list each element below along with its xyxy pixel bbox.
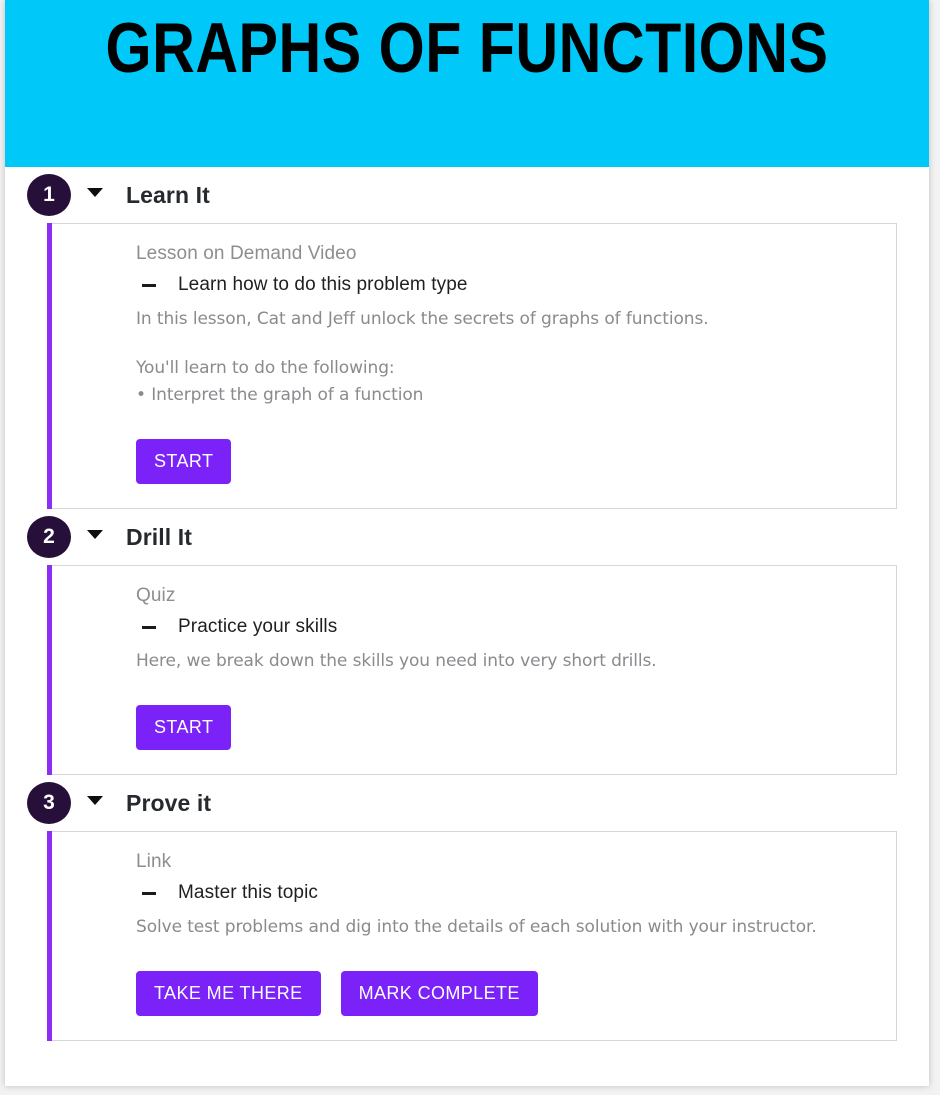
dash-bullet-icon <box>142 284 156 287</box>
section-title: Learn It <box>126 182 210 208</box>
task-label: Master this topic <box>178 882 319 903</box>
section-card: Link Master this topic Solve test proble… <box>52 831 897 1041</box>
button-row: TAKE ME THERE MARK COMPLETE <box>136 971 876 1016</box>
section-card-wrap: Link Master this topic Solve test proble… <box>47 831 897 1041</box>
button-row: START <box>136 705 876 750</box>
section-rail <box>47 223 52 509</box>
section-title: Drill It <box>126 524 192 550</box>
section-card: Quiz Practice your skills Here, we break… <box>52 565 897 775</box>
dash-bullet-icon <box>142 626 156 629</box>
task-row: Practice your skills <box>136 612 876 642</box>
mark-complete-button[interactable]: MARK COMPLETE <box>340 971 538 1016</box>
section-card-wrap: Quiz Practice your skills Here, we break… <box>47 565 897 775</box>
page-banner: GRAPHS OF FUNCTIONS <box>5 0 929 167</box>
page-title: GRAPHS OF FUNCTIONS <box>105 9 829 88</box>
learn-intro: You'll learn to do the following: <box>136 358 395 378</box>
section-rail <box>47 565 52 775</box>
section-number-badge: 2 <box>27 516 71 558</box>
section-description: Here, we break down the skills you need … <box>136 651 657 671</box>
section-rail <box>47 831 52 1041</box>
chevron-down-icon[interactable] <box>87 530 103 539</box>
section-learn-it: 1 Learn It Lesson on Demand Video Learn … <box>5 167 929 509</box>
start-button[interactable]: START <box>136 705 232 750</box>
chevron-down-icon[interactable] <box>87 188 103 197</box>
section-card: Lesson on Demand Video Learn how to do t… <box>52 223 897 509</box>
task-label: Practice your skills <box>178 616 338 637</box>
task-row: Master this topic <box>136 878 876 908</box>
content-type-label: Link <box>136 851 172 872</box>
section-header[interactable]: 3 Prove it <box>5 775 929 831</box>
section-header[interactable]: 2 Drill It <box>5 509 929 565</box>
section-description: Solve test problems and dig into the det… <box>136 917 817 937</box>
content-type-label: Lesson on Demand Video <box>136 243 357 264</box>
section-number-badge: 3 <box>27 782 71 824</box>
learn-item: • Interpret the graph of a function <box>136 385 424 405</box>
button-row: START <box>136 439 876 484</box>
section-header[interactable]: 1 Learn It <box>5 167 929 223</box>
take-me-there-button[interactable]: TAKE ME THERE <box>136 971 321 1016</box>
section-list: 1 Learn It Lesson on Demand Video Learn … <box>5 167 929 1041</box>
start-button[interactable]: START <box>136 439 232 484</box>
lesson-page: GRAPHS OF FUNCTIONS 1 Learn It Lesson on… <box>5 0 929 1086</box>
section-prove-it: 3 Prove it Link Master this topic Solve … <box>5 775 929 1041</box>
section-drill-it: 2 Drill It Quiz Practice your skills Her… <box>5 509 929 775</box>
content-type-label: Quiz <box>136 585 176 606</box>
section-number-badge: 1 <box>27 174 71 216</box>
dash-bullet-icon <box>142 892 156 895</box>
task-label: Learn how to do this problem type <box>178 274 468 295</box>
chevron-down-icon[interactable] <box>87 796 103 805</box>
task-row: Learn how to do this problem type <box>136 270 876 300</box>
section-card-wrap: Lesson on Demand Video Learn how to do t… <box>47 223 897 509</box>
section-title: Prove it <box>126 790 212 816</box>
section-description: In this lesson, Cat and Jeff unlock the … <box>136 309 709 329</box>
